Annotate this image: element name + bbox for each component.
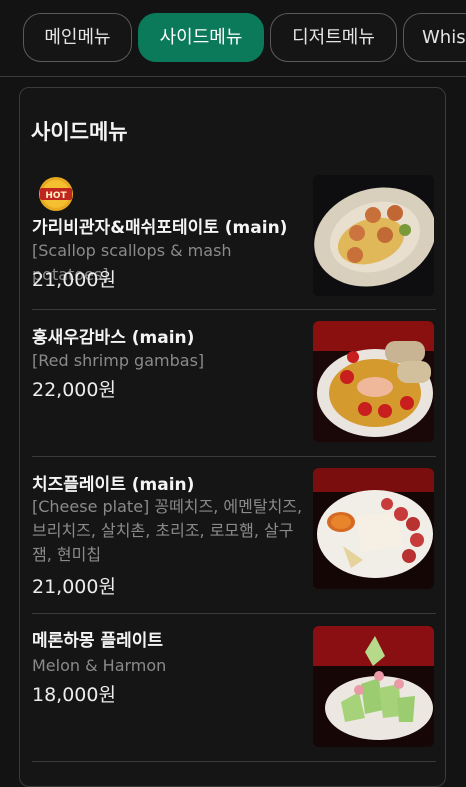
- item-name: 치즈플레이트 (main): [32, 475, 195, 495]
- svg-text:HOT: HOT: [45, 191, 67, 201]
- item-price: 22,000원: [32, 379, 116, 401]
- item-name: 가리비관자&매쉬포테이토 (main): [32, 218, 288, 238]
- tab-dessert-menu[interactable]: 디저트메뉴: [270, 13, 397, 62]
- tab-main-menu[interactable]: 메인메뉴: [23, 13, 132, 62]
- category-tab-bar: 메인메뉴 사이드메뉴 디저트메뉴 Whis: [0, 0, 466, 77]
- menu-card: 사이드메뉴 HOT 가리비관자&매쉬포테이토 (main) [Scallop s…: [19, 87, 446, 787]
- item-image-melon-plate[interactable]: [313, 626, 434, 747]
- item-price: 21,000원: [32, 576, 116, 598]
- item-name: 홍새우감바스 (main): [32, 328, 195, 348]
- item-image-gambas[interactable]: [313, 321, 434, 442]
- tab-whisky-menu[interactable]: Whis: [403, 13, 466, 62]
- item-description: Melon & Harmon: [32, 656, 167, 675]
- item-price: 21,000원: [32, 269, 116, 291]
- item-price: 18,000원: [32, 684, 116, 706]
- tab-side-menu[interactable]: 사이드메뉴: [138, 13, 264, 62]
- section-title: 사이드메뉴: [31, 120, 128, 144]
- item-image-cheese-plate[interactable]: [313, 468, 434, 589]
- hot-badge-icon: HOT: [39, 177, 73, 211]
- item-description: [Cheese plate] 꽁떼치즈, 에멘탈치즈, 브리치즈, 살치촌, 초…: [32, 497, 303, 564]
- item-description: [Red shrimp gambas]: [32, 351, 205, 370]
- item-name: 메론하몽 플레이트: [32, 631, 164, 651]
- item-image-scallop[interactable]: [313, 175, 434, 296]
